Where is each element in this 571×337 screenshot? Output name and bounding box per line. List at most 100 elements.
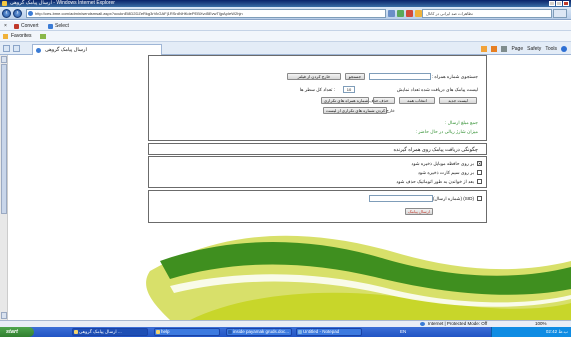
vertical-scrollbar[interactable] [0,55,8,320]
status-bar: Internet | Protected Mode: Off 100% [0,320,571,327]
address-actions [388,10,422,17]
exclude-filter-button[interactable]: خارج کردن از فیلتر [287,73,341,80]
scroll-up-arrow-icon[interactable] [1,56,7,63]
dropdown-icon[interactable] [388,10,395,17]
scroll-down-arrow-icon[interactable] [1,312,7,319]
taskbar-item-doc[interactable]: inside payamak gruds.doc... [226,328,292,336]
taskbar-item-help[interactable]: help [154,328,220,336]
option-phone-memory-label: بر روی حافظه موبایل ذخیره شود [411,161,474,166]
taskbar-item-notepad[interactable]: Untitled - Notepad [296,328,362,336]
close-button[interactable] [563,1,569,6]
start-label: start [6,329,18,335]
option-sim-checkbox[interactable] [477,170,482,175]
pdf-toolbar: × Convert Select [0,21,571,31]
tab-page-icon [36,48,41,53]
receive-method-title: چگونگی دریافت پیامک روی همراه گیرنده [393,147,478,153]
favorites-button[interactable]: Favorites [11,31,32,42]
total-cost-label: جمع مبلغ ارسال : [445,120,478,125]
task-label: Untitled - Notepad [303,329,340,334]
phone-search-label: جستجوی شماره همراه : [431,74,478,79]
total-rows-label: : تعداد کل سطر ها [299,87,335,92]
task-label: ارسال پیامک گروهی ... [79,329,122,334]
stop-icon[interactable] [406,10,413,17]
list-count-value: 10 [346,87,352,92]
select-all-button[interactable]: انتخاب همه [399,97,435,104]
remove-duplicates-from-list-button[interactable]: خارج کردن شماره های تکراری از لیست [323,107,395,114]
system-tray: 02:42 ب.ظ [491,327,571,337]
search-button[interactable]: جستجو [345,73,365,80]
window-titlebar: ارسال پیامک گروهی - Windows Internet Exp… [0,0,571,7]
safety-menu[interactable]: Safety [527,45,541,53]
option-phone-memory-checkbox[interactable]: ✕ [477,161,482,166]
clock[interactable]: 02:42 ب.ظ [546,329,568,334]
tabs-bar: ارسال پیامک گروهی Page Safety Tools [0,42,571,55]
maximize-button[interactable] [556,1,562,6]
tab-label: ارسال پیامک گروهی [45,47,87,53]
home-icon[interactable] [481,46,488,52]
address-bar-row: ‹ › http://ces-bme.com/admin/sendsmsall.… [0,7,571,20]
window-controls [549,1,569,6]
add-favorites-icon[interactable] [40,34,46,39]
favorites-star-icon[interactable] [415,10,422,17]
command-bar: Page Safety Tools [481,45,567,53]
received-list-label: لیست پیامک های دریافت شده تعداد نمایش [396,87,478,92]
receive-method-title-panel: چگونگی دریافت پیامک روی همراه گیرنده [148,143,487,155]
ie-app-icon [2,1,7,6]
sid-input[interactable] [369,195,433,202]
search-input[interactable]: تظاهرات ضد ایرانی در کانال [422,9,552,18]
page-menu[interactable]: Page [511,45,523,53]
ie-task-icon [74,330,78,334]
delete-duplicates-button[interactable]: حذف شماره همراه های تکراری [321,97,379,104]
sid-checkbox[interactable] [477,196,482,201]
scroll-thumb[interactable] [1,64,7,214]
favorites-center-icon[interactable] [3,45,10,52]
convert-icon [14,23,19,29]
new-list-button[interactable]: لیست جدید [439,97,477,104]
search-icon[interactable] [553,9,567,18]
tools-menu[interactable]: Tools [545,45,557,53]
convert-button[interactable]: Convert [14,21,39,31]
address-input[interactable]: http://ces-bme.com/admin/sendsmsall.aspx… [26,9,386,18]
feeds-icon[interactable] [491,46,498,52]
windows-taskbar: start ارسال پیامک گروهی ... help inside … [0,327,571,337]
page-icon [28,11,33,16]
help-icon[interactable] [561,46,567,52]
task-label: help [161,329,170,334]
select-icon [48,23,53,29]
option-auto-delete-label: بعد از خواندن به طور اتوماتیک حذف شود [396,179,474,184]
favorites-bar: Favorites [0,31,571,42]
option-auto-delete-checkbox[interactable] [477,179,482,184]
back-arrow-icon[interactable]: ‹ [2,9,11,18]
internet-zone-icon [420,322,425,326]
start-button[interactable]: start [0,327,34,337]
tab-sms-group[interactable]: ارسال پیامک گروهی [32,44,162,55]
convert-label: Convert [21,23,39,29]
refresh-icon[interactable] [397,10,404,17]
forward-arrow-icon[interactable]: › [13,9,22,18]
balance-label: میزان شارژ ریالی در حال حاضر : [415,129,478,134]
decorative-swoosh [146,235,571,320]
option-sim-label: بر روی سیم کارت ذخیره شود [417,170,474,175]
tab-list-icon[interactable] [13,45,20,52]
print-icon[interactable] [501,46,508,52]
sms-list-panel: جستجوی شماره همراه : جستجو خارج کردن از … [148,55,487,141]
select-button[interactable]: Select [48,21,69,31]
notepad-task-icon [298,330,302,334]
search-text: تظاهرات ضد ایرانی در کانال [426,11,473,16]
send-panel: (SID) (شماره ارسال) ارسال پیامک [148,190,487,223]
sid-label: (SID) (شماره ارسال) [433,196,474,201]
word-task-icon [228,330,232,334]
folder-task-icon [156,330,160,334]
task-label: inside payamak gruds.doc... [233,329,290,334]
phone-search-input[interactable] [369,73,431,80]
page-content: جستجوی شماره همراه : جستجو خارج کردن از … [0,55,571,320]
window-title: ارسال پیامک گروهی - Windows Internet Exp… [10,0,115,6]
toolbar-close-icon[interactable]: × [4,21,7,31]
minimize-button[interactable] [549,1,555,6]
language-indicator[interactable]: EN [400,327,406,337]
send-sms-button[interactable]: ارسال پیامک [405,208,433,215]
select-label: Select [55,23,69,29]
list-count-select[interactable]: 10 [343,86,355,93]
taskbar-item-sms[interactable]: ارسال پیامک گروهی ... [72,328,148,336]
favorites-star-icon [3,34,8,39]
